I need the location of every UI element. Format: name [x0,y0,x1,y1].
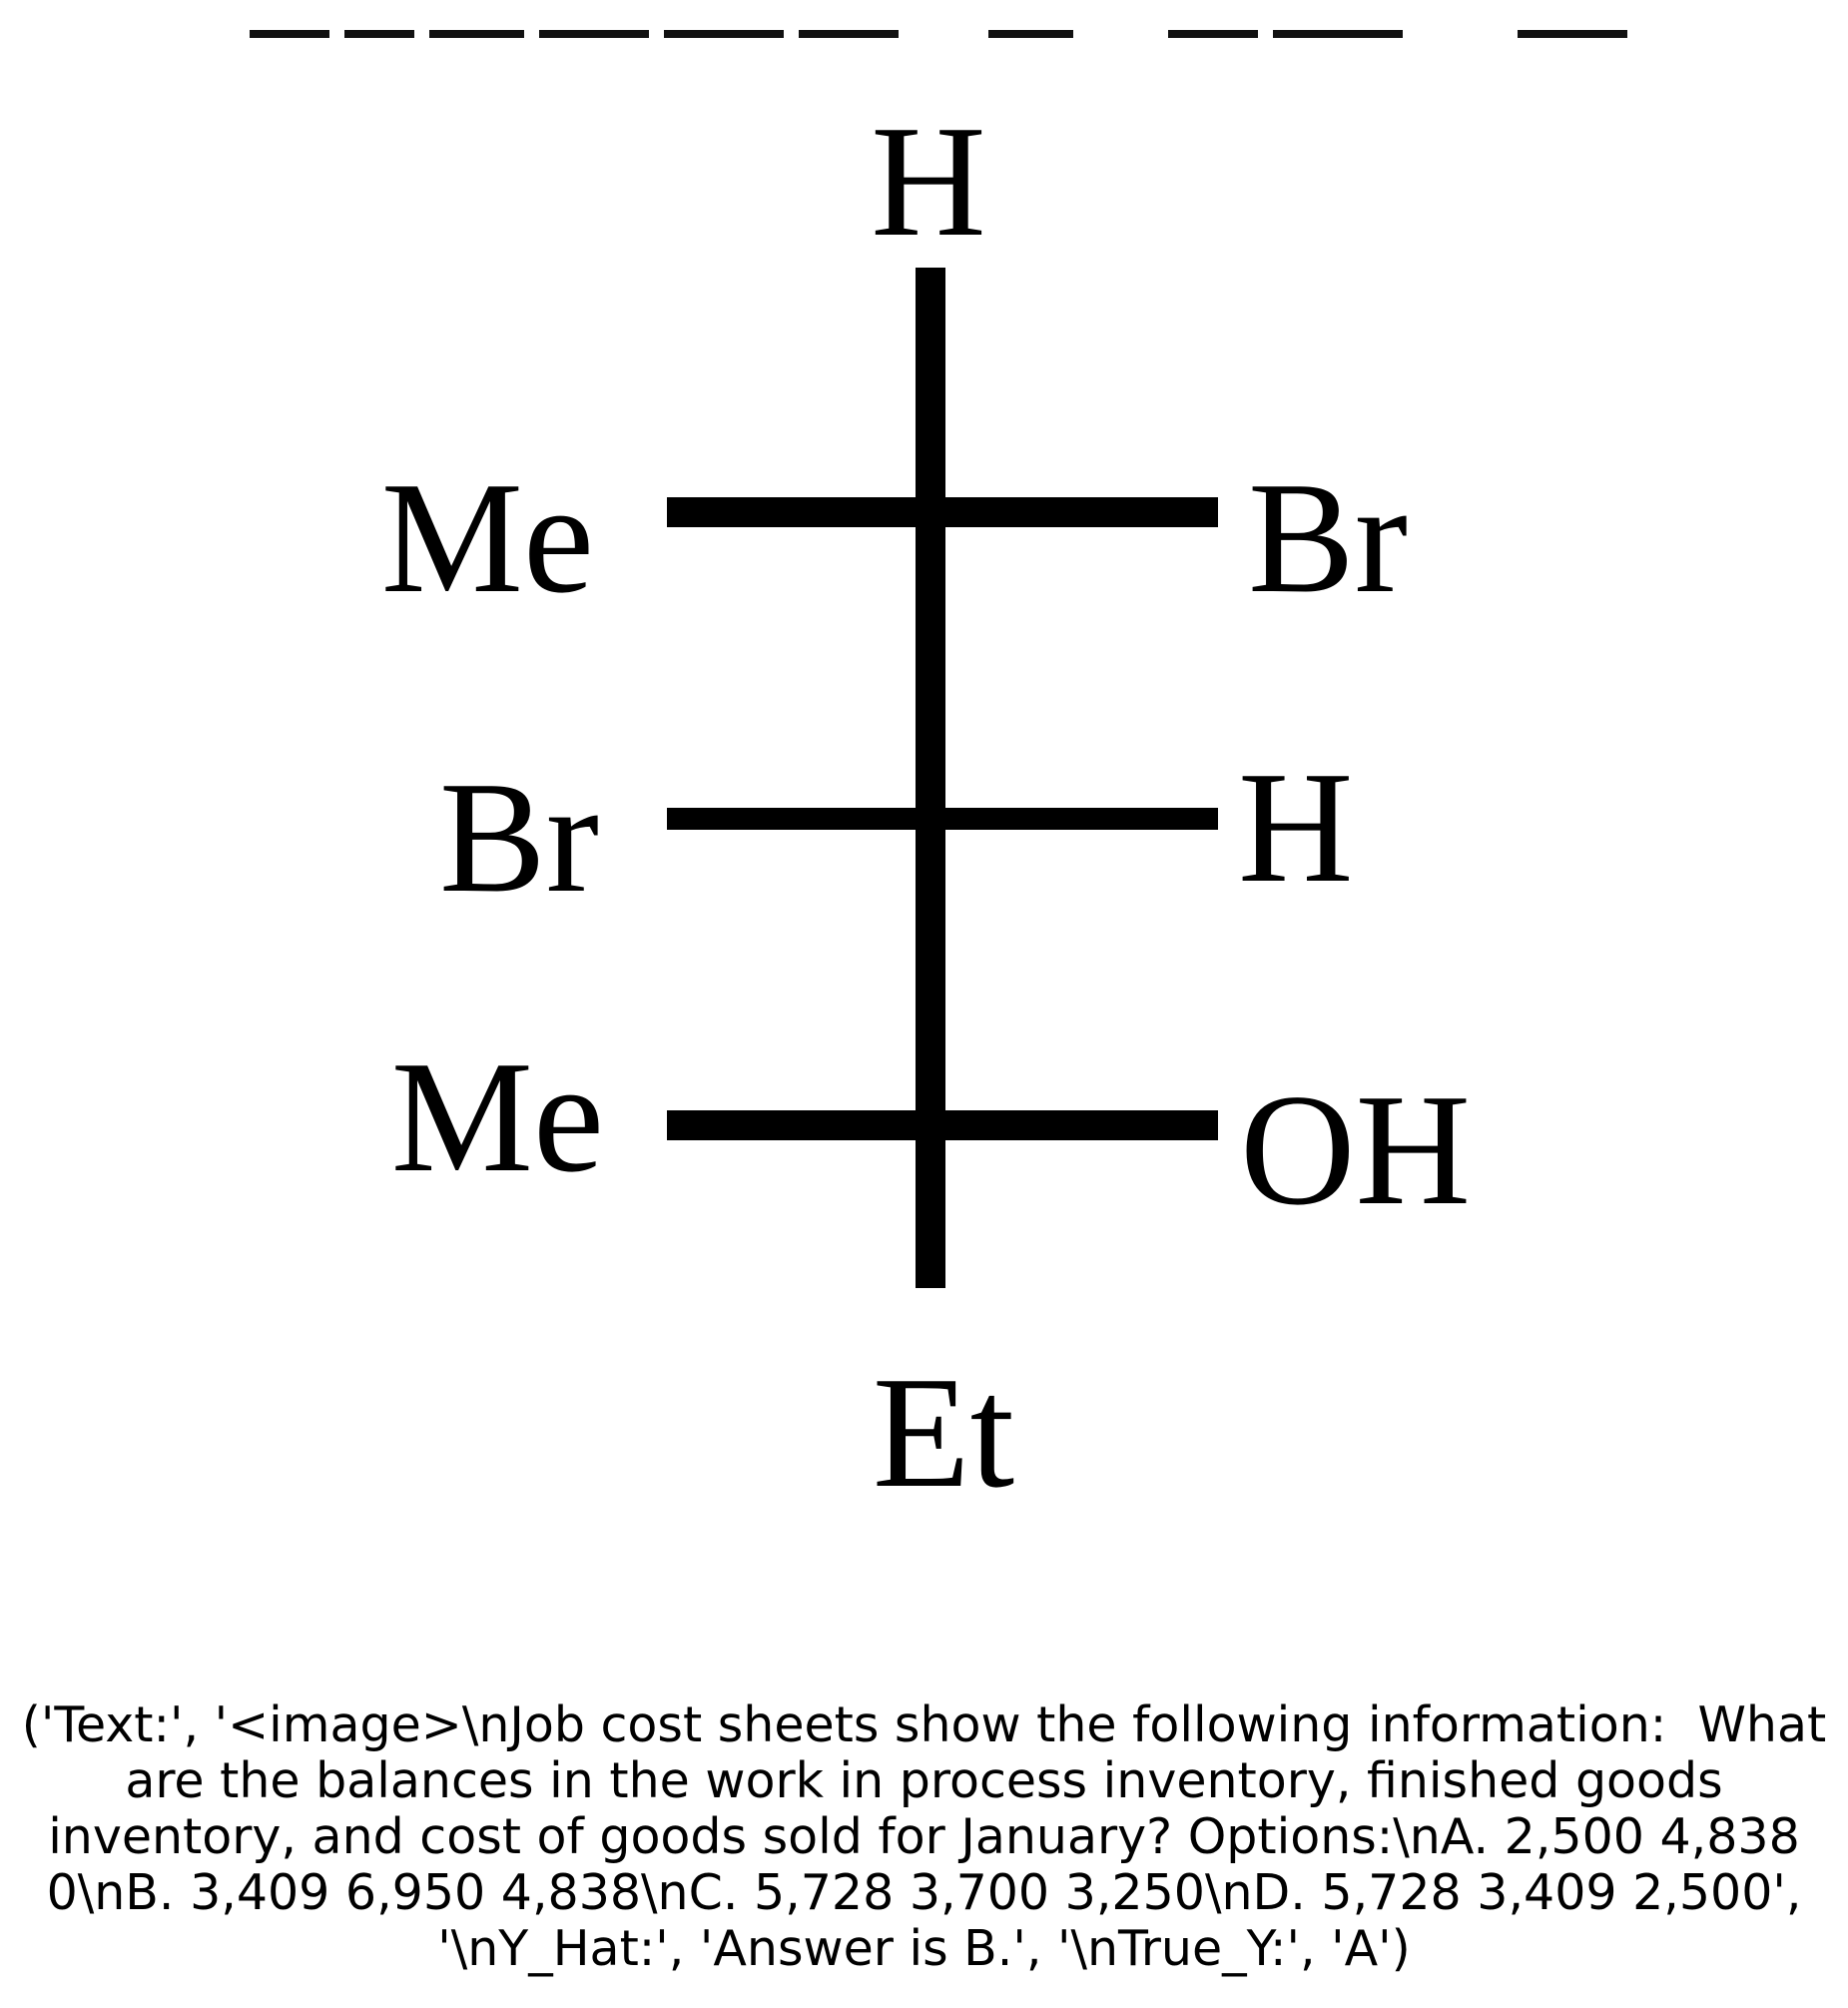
row-1-left-substituent: Me [381,448,594,626]
top-substituent: H [871,92,986,270]
question-caption: ('Text:', '<image>\nJob cost sheets show… [21,1696,1842,1977]
fischer-projection: H Me Br Br H Me OH Et [381,92,1471,1521]
row-3-right-substituent: OH [1240,1060,1471,1238]
row-2-right-substituent: H [1238,738,1354,916]
row-3-left-substituent: Me [391,1027,604,1205]
bottom-substituent: Et [873,1343,1014,1521]
row-2-left-substituent: Br [439,748,599,926]
row-1-right-substituent: Br [1248,448,1408,626]
